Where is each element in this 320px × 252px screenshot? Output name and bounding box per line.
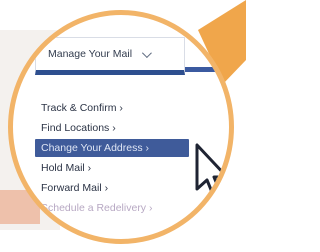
chevron-down-icon bbox=[142, 47, 152, 58]
callout-stage: Manage Your Mail Track & Confirm › Find … bbox=[0, 0, 246, 252]
menu-item-find-locations[interactable]: Find Locations › bbox=[35, 119, 229, 137]
menu-item-track-confirm[interactable]: Track & Confirm › bbox=[35, 99, 229, 117]
mouse-pointer-icon bbox=[195, 143, 229, 199]
nav-bar-extension bbox=[185, 67, 229, 72]
menu-title: Manage Your Mail bbox=[48, 48, 133, 60]
magnifier-circle: Manage Your Mail Track & Confirm › Find … bbox=[8, 10, 234, 244]
manage-your-mail-menu-button[interactable]: Manage Your Mail bbox=[35, 37, 185, 75]
menu-item-change-address[interactable]: Change Your Address › bbox=[35, 139, 189, 157]
